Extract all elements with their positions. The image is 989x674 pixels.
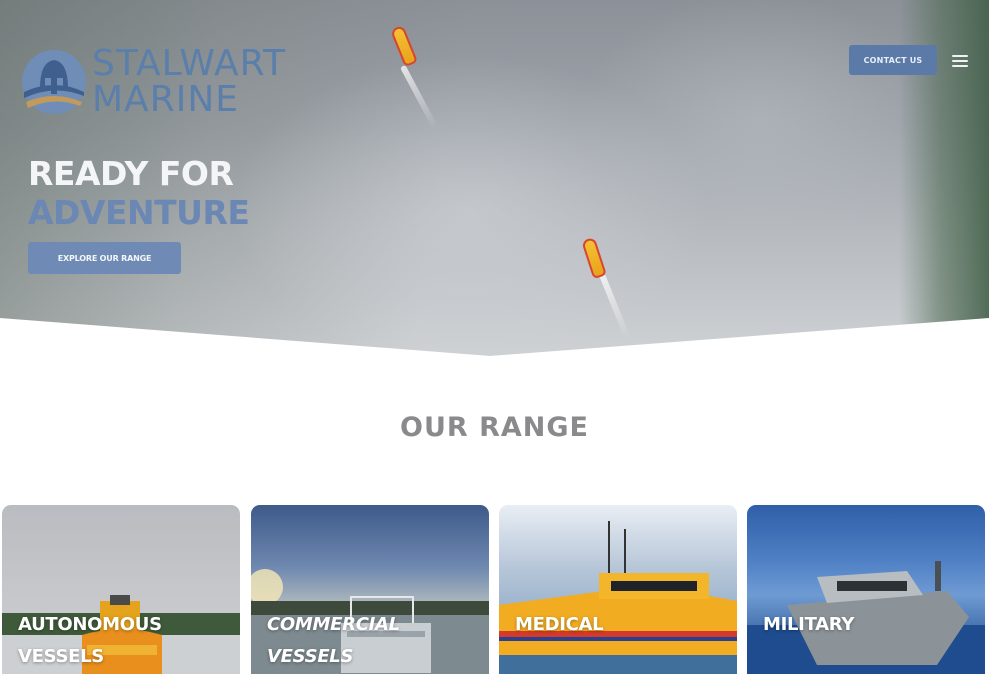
hero-headline-line-2: ADVENTURE [28, 193, 250, 232]
military-vessel-image [747, 561, 985, 674]
card-label: COMMERCIAL VESSELS [267, 609, 400, 673]
card-label-line-1: COMMERCIAL [267, 614, 400, 635]
logo-line-1: STALWART [92, 43, 287, 84]
contact-us-button[interactable]: CONTACT US [849, 45, 937, 75]
range-card-commercial[interactable]: COMMERCIAL VESSELS [251, 505, 489, 674]
site-logo[interactable]: STALWART MARINE [20, 46, 286, 118]
card-label-line-1: AUTONOMOUS [18, 614, 162, 635]
logo-line-2: MARINE [92, 79, 239, 120]
hero-headline-line-1: READY FOR [28, 154, 234, 193]
range-card-autonomous[interactable]: AUTONOMOUS VESSELS [2, 505, 240, 674]
card-label-line-2: VESSELS [267, 646, 354, 667]
hero-section: STALWART MARINE CONTACT US READY FOR ADV… [0, 0, 989, 360]
logo-wordmark: STALWART MARINE [92, 46, 286, 118]
card-label-line-1: MEDICAL [515, 614, 604, 635]
card-label-line-1: MILITARY [763, 614, 855, 635]
range-card-military[interactable]: MILITARY [747, 505, 985, 674]
range-card-medical[interactable]: MEDICAL [499, 505, 737, 674]
range-section-title: OUR RANGE [400, 412, 589, 443]
hero-headline: READY FOR ADVENTURE [28, 154, 250, 232]
hero-divider [0, 318, 989, 360]
explore-range-button[interactable]: EXPLORE OUR RANGE [28, 242, 181, 274]
card-label: MEDICAL [515, 609, 604, 641]
hamburger-menu-icon[interactable] [952, 55, 968, 67]
card-label: AUTONOMOUS VESSELS [18, 609, 162, 673]
spartan-helmet-logo-icon [22, 50, 86, 114]
card-label-line-2: VESSELS [18, 646, 104, 667]
medical-vessel-image [499, 521, 737, 674]
card-label: MILITARY [763, 609, 854, 641]
